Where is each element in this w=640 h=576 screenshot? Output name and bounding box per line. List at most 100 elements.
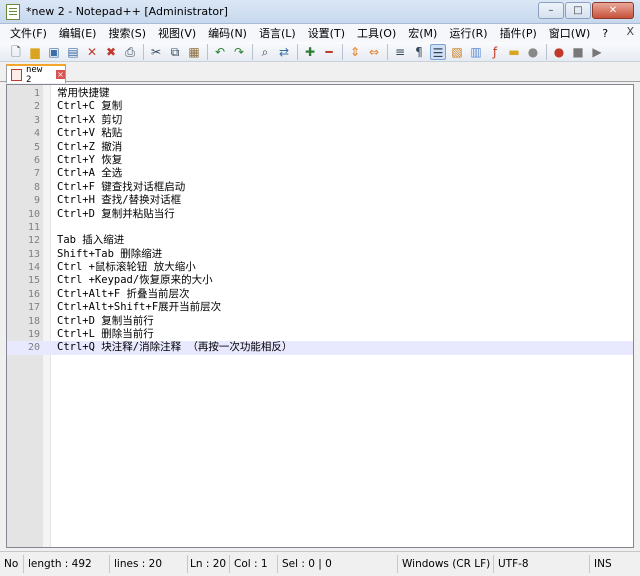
doc-map-icon[interactable]: ▧ [449,44,465,60]
editor-line[interactable]: 5 Ctrl+Z 撤消 [7,141,633,154]
line-text[interactable]: Ctrl+H 查找/替换对话框 [57,194,181,207]
show-all-chars-icon[interactable]: ¶ [411,44,427,60]
editor-line[interactable]: 7 Ctrl+A 全选 [7,167,633,180]
editor-line[interactable]: 12 Tab 插入缩进 [7,234,633,247]
zoom-in-icon[interactable]: ✚ [302,44,318,60]
play-macro-icon[interactable]: ▶ [589,44,605,60]
line-text[interactable]: Ctrl +鼠标滚轮钮 放大缩小 [57,261,196,274]
menu-language[interactable]: 语言(L) [253,25,302,41]
menu-settings[interactable]: 设置(T) [302,25,351,41]
menu-search[interactable]: 搜索(S) [102,25,152,41]
save-icon[interactable]: ▣ [46,44,62,60]
line-number: 7 [33,168,40,180]
file-type-status: No [0,555,24,573]
line-text[interactable]: Ctrl+Z 撤消 [57,141,122,154]
editor-line[interactable]: 11 [7,221,633,234]
editor-line[interactable]: 9 Ctrl+H 查找/替换对话框 [7,194,633,207]
menu-run[interactable]: 运行(R) [443,25,493,41]
open-file-icon[interactable]: ▆ [27,44,43,60]
line-number: 11 [27,221,40,233]
line-text[interactable]: Ctrl+D 复制并粘贴当行 [57,208,175,221]
menu-tools[interactable]: 工具(O) [351,25,402,41]
close-icon[interactable]: ✕ [84,44,100,60]
menu-encoding[interactable]: 编码(N) [202,25,253,41]
editor-line[interactable]: 10 Ctrl+D 复制并粘贴当行 [7,208,633,221]
word-wrap-icon[interactable]: ≡ [392,44,408,60]
column-status: Col : 1 [230,555,278,573]
editor-lines[interactable]: 1 常用快捷键 2 Ctrl+C 复制 3 Ctrl+X 剪切 4 Ctrl+V 粘贴 5 Ctr… [7,87,633,355]
toolbar: 🗋 ▆ ▣ ▤ ✕ ✖ ⎙ ✂ ⧉ ▦ ↶ ↷ ⌕ ⇄ ✚ ━ ⇕ ⇔ ≡ ¶ … [0,42,640,62]
copy-icon[interactable]: ⧉ [167,44,183,60]
editor-line[interactable]: 6 Ctrl+Y 恢复 [7,154,633,167]
length-status: length : 492 [24,555,110,573]
line-text[interactable]: Ctrl+L 删除当前行 [57,328,154,341]
print-icon[interactable]: ⎙ [122,44,138,60]
record-icon[interactable]: ● [551,44,567,60]
menu-edit[interactable]: 编辑(E) [53,25,103,41]
editor-line[interactable]: 8 Ctrl+F 键查找对话框启动 [7,181,633,194]
cut-icon[interactable]: ✂ [148,44,164,60]
line-text[interactable]: Ctrl+A 全选 [57,167,122,180]
line-text[interactable]: Ctrl+D 复制当前行 [57,315,154,328]
line-text[interactable]: Ctrl+C 复制 [57,100,122,113]
line-text[interactable]: Shift+Tab 删除缩进 [57,248,162,261]
menu-plugins[interactable]: 插件(P) [494,25,543,41]
line-text[interactable]: Tab 插入缩进 [57,234,124,247]
editor-line[interactable]: 4 Ctrl+V 粘贴 [7,127,633,140]
save-all-icon[interactable]: ▤ [65,44,81,60]
menu-view[interactable]: 视图(V) [152,25,202,41]
maximize-button[interactable]: □ [565,2,591,19]
menu-macro[interactable]: 宏(M) [402,25,443,41]
close-document-icon[interactable]: X [626,25,634,38]
sync-horizontal-icon[interactable]: ⇔ [366,44,382,60]
editor-line[interactable]: 18 Ctrl+D 复制当前行 [7,315,633,328]
encoding-status[interactable]: UTF-8 [494,555,590,573]
insert-mode-status[interactable]: INS [590,555,638,573]
line-number: 19 [27,329,40,341]
undo-icon[interactable]: ↶ [212,44,228,60]
line-text[interactable]: Ctrl+F 键查找对话框启动 [57,181,185,194]
tab-new-2[interactable]: new 2 × [6,64,66,85]
editor-line[interactable]: 15 Ctrl +Keypad/恢复原来的大小 [7,274,633,287]
redo-icon[interactable]: ↷ [231,44,247,60]
eol-format-status[interactable]: Windows (CR LF) [398,555,494,573]
line-text[interactable]: Ctrl+Y 恢复 [57,154,122,167]
monitoring-icon[interactable]: ▬ [506,44,522,60]
editor-line[interactable]: 1 常用快捷键 [7,87,633,100]
indent-guide-icon[interactable]: ☰ [430,43,446,60]
menu-window[interactable]: 窗口(W) [543,25,596,41]
editor-line[interactable]: 3 Ctrl+X 剪切 [7,114,633,127]
editor-line[interactable]: 13 Shift+Tab 删除缩进 [7,248,633,261]
zoom-out-icon[interactable]: ━ [321,44,337,60]
menu-help[interactable]: ? [596,27,614,40]
editor-line[interactable]: 14 Ctrl +鼠标滚轮钮 放大缩小 [7,261,633,274]
replace-icon[interactable]: ⇄ [276,44,292,60]
minimize-button[interactable]: – [538,2,564,19]
function-list-icon[interactable]: ▥ [468,44,484,60]
editor-line[interactable]: 20 Ctrl+Q 块注释/消除注释 （再按一次功能相反） [7,341,633,355]
line-text[interactable]: Ctrl+Alt+Shift+F展开当前层次 [57,301,221,314]
editor-line[interactable]: 17 Ctrl+Alt+Shift+F展开当前层次 [7,301,633,314]
record-macro-icon[interactable]: ● [525,44,541,60]
paste-icon[interactable]: ▦ [186,44,202,60]
text-editor[interactable]: 1 常用快捷键 2 Ctrl+C 复制 3 Ctrl+X 剪切 4 Ctrl+V 粘贴 5 Ctr… [6,84,634,548]
sync-vertical-icon[interactable]: ⇕ [347,44,363,60]
line-text[interactable]: Ctrl+X 剪切 [57,114,122,127]
new-file-icon[interactable]: 🗋 [8,44,24,60]
close-window-button[interactable]: ✕ [592,2,634,19]
line-text[interactable]: Ctrl+Alt+F 折叠当前层次 [57,288,190,301]
stop-macro-icon[interactable]: ■ [570,44,586,60]
line-text[interactable]: 常用快捷键 [57,87,110,100]
line-text[interactable]: Ctrl+Q 块注释/消除注释 （再按一次功能相反） [57,341,292,354]
find-icon[interactable]: ⌕ [257,44,273,60]
line-text[interactable]: Ctrl +Keypad/恢复原来的大小 [57,274,213,287]
editor-line[interactable]: 16 Ctrl+Alt+F 折叠当前层次 [7,288,633,301]
tab-close-icon[interactable]: × [56,70,65,79]
menu-file[interactable]: 文件(F) [4,25,53,41]
line-text[interactable]: Ctrl+V 粘贴 [57,127,122,140]
folder-workspace-icon[interactable]: ƒ [487,44,503,60]
editor-line[interactable]: 19 Ctrl+L 删除当前行 [7,328,633,341]
toolbar-separator [252,43,253,60]
close-all-icon[interactable]: ✖ [103,44,119,60]
editor-line[interactable]: 2 Ctrl+C 复制 [7,100,633,113]
